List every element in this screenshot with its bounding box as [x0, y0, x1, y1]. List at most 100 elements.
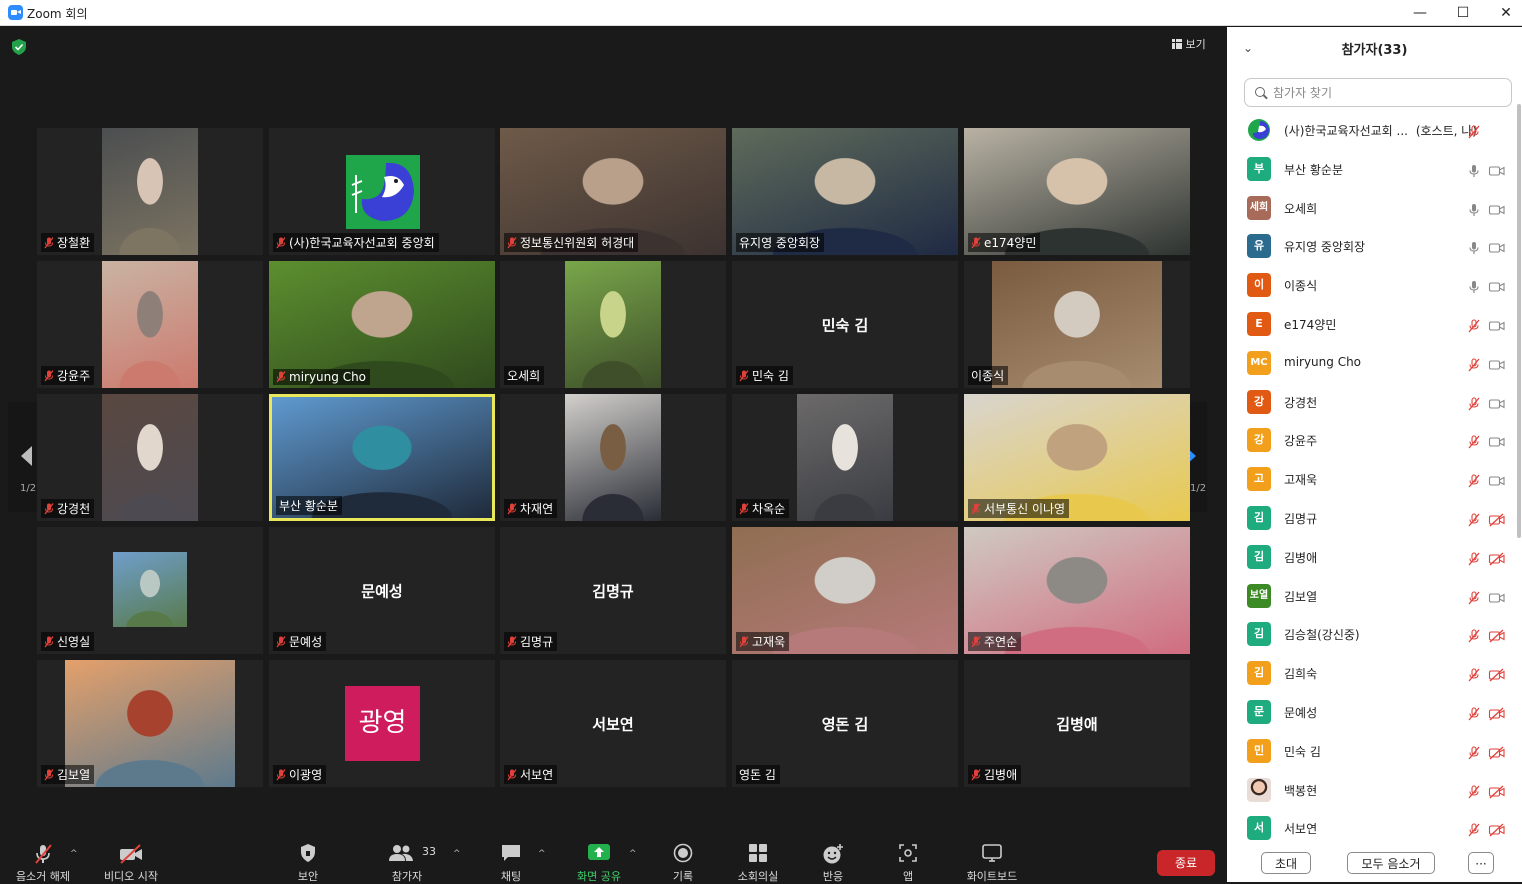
participant-row[interactable]: 백봉현 [1227, 771, 1517, 809]
participant-video-status[interactable] [1488, 667, 1506, 686]
video-tile[interactable]: 민숙 김 민숙 김 [732, 261, 958, 388]
participant-row[interactable]: 강 강경천 [1227, 383, 1517, 421]
participant-row[interactable]: 고 고재욱 [1227, 460, 1517, 498]
participant-mic-status[interactable] [1467, 473, 1481, 492]
reactions-button[interactable]: 반응 [798, 833, 868, 883]
video-tile[interactable]: 유지영 중앙회장 [732, 128, 958, 255]
participant-mic-status[interactable] [1467, 745, 1481, 764]
whiteboard-button[interactable]: 화이트보드 [957, 833, 1027, 883]
participant-video-status[interactable] [1488, 590, 1506, 609]
participant-row[interactable]: MC miryung Cho [1227, 344, 1517, 382]
video-tile[interactable]: 영돈 김 영돈 김 [732, 660, 958, 787]
participant-video-status[interactable] [1488, 318, 1506, 337]
participant-mic-status[interactable] [1467, 124, 1481, 143]
participant-mic-status[interactable] [1467, 667, 1481, 686]
unmute-button[interactable]: ^ 음소거 해제 [8, 833, 78, 883]
participant-video-status[interactable] [1488, 279, 1506, 298]
participant-row[interactable]: 이 이종식 [1227, 266, 1517, 304]
record-button[interactable]: 기록 [648, 833, 718, 883]
participant-list-scrollbar[interactable] [1517, 104, 1521, 538]
minimize-button[interactable]: — [1403, 3, 1437, 23]
participant-mic-status[interactable] [1467, 551, 1481, 570]
participant-row[interactable]: 강 강윤주 [1227, 421, 1517, 459]
participant-row[interactable]: 유 유지영 중앙회장 [1227, 227, 1517, 265]
video-tile[interactable]: 오세희 [500, 261, 726, 388]
participant-mic-status[interactable] [1467, 240, 1481, 259]
participant-row[interactable]: Ee174양민 [1227, 305, 1517, 343]
maximize-button[interactable]: ☐ [1446, 3, 1480, 23]
invite-button[interactable]: 초대 [1261, 852, 1311, 874]
video-tile[interactable]: (사)한국교육자선교회 중앙회 [269, 128, 495, 255]
share-screen-button[interactable]: ^ 화면 공유 [564, 833, 637, 883]
video-tile[interactable]: 서보연 서보연 [500, 660, 726, 787]
participant-mic-status[interactable] [1467, 822, 1481, 841]
video-tile[interactable]: 고재욱 [732, 527, 958, 654]
participant-search-box[interactable] [1244, 78, 1512, 107]
video-tile[interactable]: 김보열 [37, 660, 263, 787]
participant-mic-status[interactable] [1467, 279, 1481, 298]
participants-button[interactable]: 33 ^ 참가자 [372, 833, 461, 883]
participant-row[interactable]: 보열 김보열 [1227, 577, 1517, 615]
participant-row[interactable]: 부 부산 황순분 [1227, 150, 1517, 188]
participant-mic-status[interactable] [1467, 784, 1481, 803]
chat-button[interactable]: ^ 채팅 [476, 833, 546, 883]
participant-mic-status[interactable] [1467, 590, 1481, 609]
video-tile[interactable]: 장철환 [37, 128, 263, 255]
participant-row[interactable]: 김 김희숙 [1227, 654, 1517, 692]
encryption-shield-icon[interactable] [12, 39, 26, 55]
participant-row[interactable]: 세희 오세희 [1227, 189, 1517, 227]
participant-video-status[interactable] [1488, 434, 1506, 453]
participant-mic-status[interactable] [1467, 163, 1481, 182]
participant-mic-status[interactable] [1467, 318, 1481, 337]
video-tile[interactable]: 서부통신 이나영 [964, 394, 1190, 521]
participant-video-status[interactable] [1488, 628, 1506, 647]
participant-video-status[interactable] [1488, 357, 1506, 376]
video-tile[interactable]: miryung Cho [269, 261, 495, 388]
participant-video-status[interactable] [1488, 396, 1506, 415]
video-tile[interactable]: 문예성 문예성 [269, 527, 495, 654]
participant-video-status[interactable] [1488, 473, 1506, 492]
participant-mic-status[interactable] [1467, 512, 1481, 531]
apps-button[interactable]: 앱 [873, 833, 943, 883]
breakout-rooms-button[interactable]: 소회의실 [723, 833, 793, 883]
security-button[interactable]: 보안 [273, 833, 343, 883]
participant-video-status[interactable] [1488, 240, 1506, 259]
participant-mic-status[interactable] [1467, 628, 1481, 647]
video-tile[interactable]: 차재연 [500, 394, 726, 521]
close-window-button[interactable]: ✕ [1489, 3, 1522, 23]
end-meeting-button[interactable]: 종료 [1157, 850, 1215, 876]
participant-video-status[interactable] [1488, 512, 1506, 531]
participant-video-status[interactable] [1488, 822, 1506, 841]
view-button[interactable]: 보기 [1172, 36, 1206, 54]
participant-row[interactable]: (사)한국교육자선교회 ... (호스트, 나) [1227, 111, 1517, 149]
video-tile[interactable]: 이종식 [964, 261, 1190, 388]
participant-video-status[interactable] [1488, 163, 1506, 182]
participant-row[interactable]: 김 김명규 [1227, 499, 1517, 537]
video-tile[interactable]: 신영실 [37, 527, 263, 654]
participant-row[interactable]: 민 민숙 김 [1227, 732, 1517, 770]
participant-search-input[interactable] [1271, 83, 1505, 103]
video-tile[interactable]: 부산 황순분 [269, 394, 495, 521]
participant-video-status[interactable] [1488, 551, 1506, 570]
participant-video-status[interactable] [1488, 745, 1506, 764]
mute-all-button[interactable]: 모두 음소거 [1347, 852, 1435, 874]
video-tile[interactable]: 광영 이광영 [269, 660, 495, 787]
video-tile[interactable]: 차옥순 [732, 394, 958, 521]
participant-mic-status[interactable] [1467, 396, 1481, 415]
video-tile[interactable]: 김명규 김명규 [500, 527, 726, 654]
participant-row[interactable]: 김 김승철(강신중) [1227, 615, 1517, 653]
participant-row[interactable]: 김 김병애 [1227, 538, 1517, 576]
more-options-button[interactable]: ··· [1468, 852, 1494, 874]
participant-mic-status[interactable] [1467, 357, 1481, 376]
video-tile[interactable]: 주연순 [964, 527, 1190, 654]
start-video-button[interactable]: 비디오 시작 [96, 833, 166, 883]
participant-row[interactable]: 문 문예성 [1227, 693, 1517, 731]
participant-video-status[interactable] [1488, 706, 1506, 725]
participant-video-status[interactable] [1488, 784, 1506, 803]
participant-mic-status[interactable] [1467, 434, 1481, 453]
participant-video-status[interactable] [1488, 202, 1506, 221]
video-tile[interactable]: 강경천 [37, 394, 263, 521]
video-tile[interactable]: 정보통신위원회 허경대 [500, 128, 726, 255]
video-tile[interactable]: e174양민 [964, 128, 1190, 255]
video-tile[interactable]: 김병애 김병애 [964, 660, 1190, 787]
